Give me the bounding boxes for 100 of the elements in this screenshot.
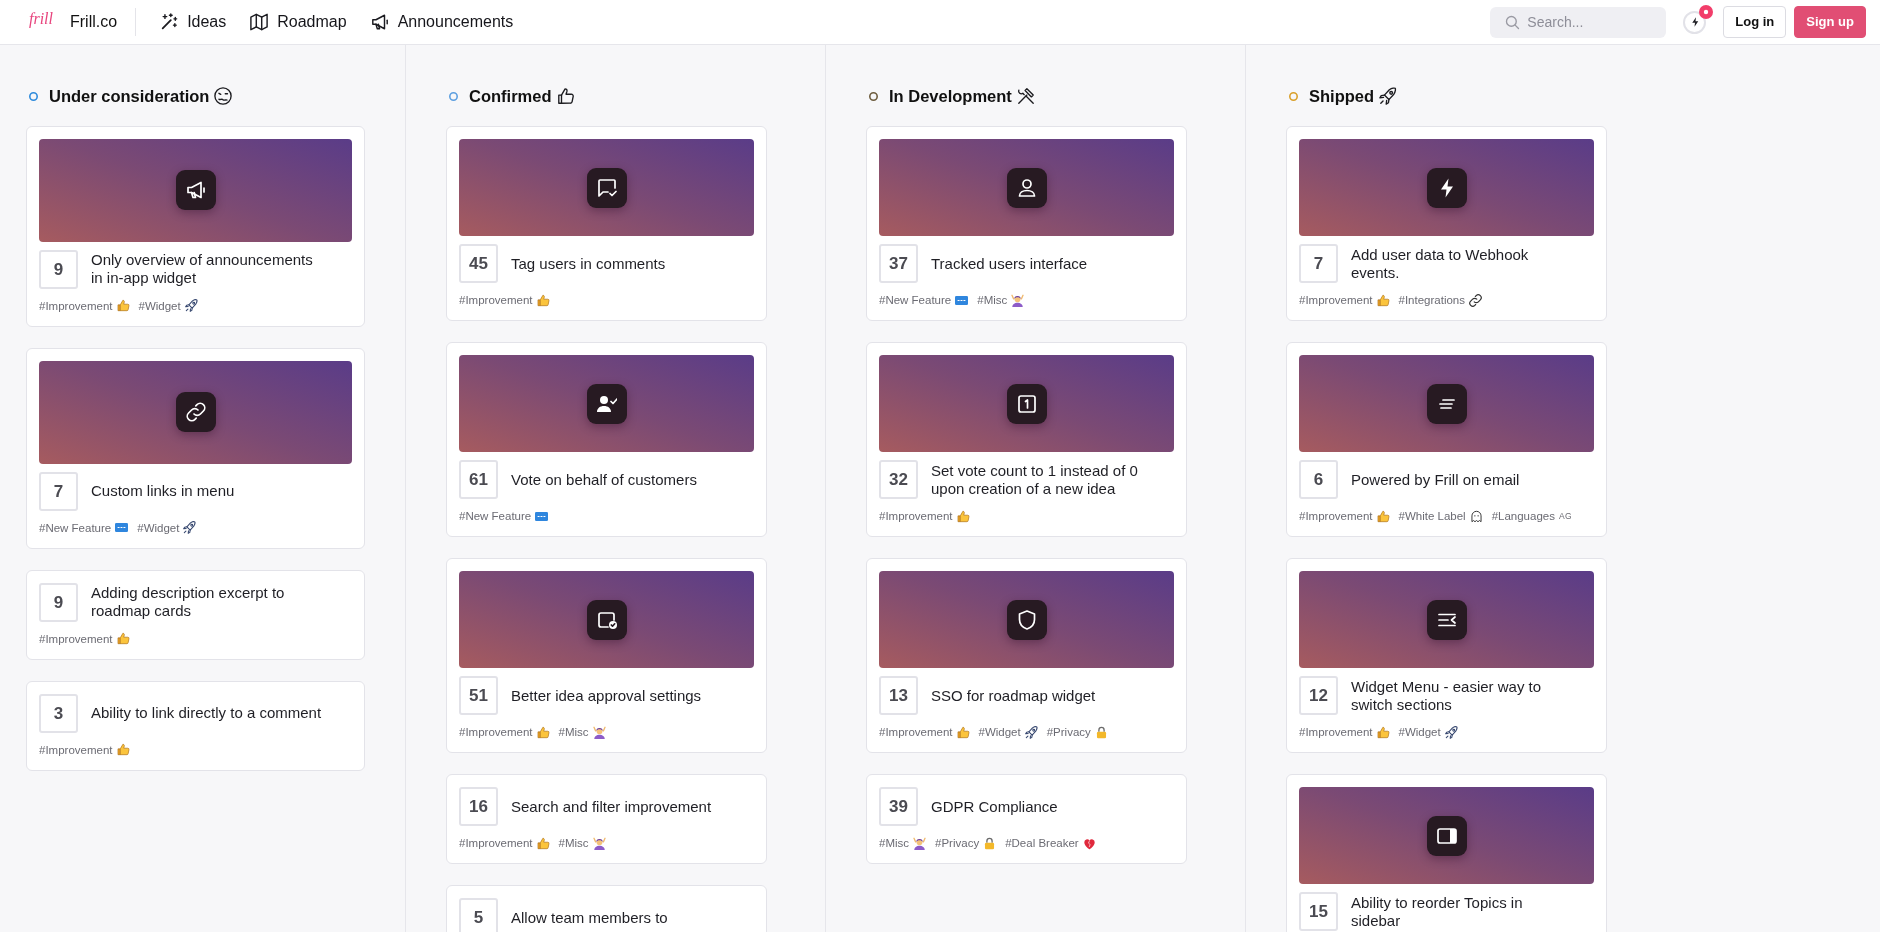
card-title: Adding description excerpt to roadmap cards	[91, 584, 286, 621]
card-title: Search and filter improvement	[511, 797, 713, 816]
tag-label: #New Feature	[879, 293, 952, 309]
logo-text[interactable]: frill	[29, 10, 53, 28]
card-title: Only overview of announcements in in-app widget	[91, 251, 314, 288]
person-icon	[1006, 167, 1047, 208]
tag-label: #Integrations	[1398, 293, 1465, 309]
vote-count-button[interactable]: 5	[459, 898, 498, 932]
roadmap-card[interactable]: 51 Better idea approval settings #Improvement #Misc	[446, 558, 767, 754]
search-field[interactable]: Search...	[1490, 6, 1667, 38]
tag-label: #Widget	[978, 725, 1021, 741]
roadmap-card[interactable]: 6 Powered by Frill on email #Improvement #White Label #Languages AG	[1286, 342, 1607, 538]
broken-heart-icon	[1082, 836, 1096, 850]
sign-up-button[interactable]: Sign up	[1794, 6, 1866, 38]
card-title: Ability to link directly to a comment	[91, 704, 323, 723]
tag-label: #New Feature	[459, 509, 532, 525]
vote-count-button[interactable]: 7	[39, 471, 78, 511]
card-title: Allow team members to	[511, 908, 669, 927]
tag-label: #Languages	[1491, 509, 1555, 525]
tag-label: #Improvement	[39, 742, 113, 758]
vote-count-button[interactable]: 9	[39, 582, 78, 622]
rocket-icon	[1444, 725, 1458, 739]
vote-count-button[interactable]: 32	[879, 460, 918, 500]
nav-link[interactable]: Roadmap	[250, 12, 347, 32]
tag-label: #Improvement	[39, 631, 113, 647]
rocket-icon	[1379, 87, 1398, 105]
card-title: Powered by Frill on email	[1351, 470, 1521, 489]
card-title: Tag users in comments	[511, 254, 667, 273]
nav-link[interactable]: Ideas	[160, 12, 227, 32]
tag-label: #Improvement	[459, 725, 533, 741]
roadmap-card[interactable]: 3 Ability to link directly to a comment #Improvement	[26, 680, 365, 771]
tag-label: #Widget	[138, 298, 181, 314]
roadmap-card[interactable]: 12 Widget Menu - easier way to switch sections #Improvement #Widget	[1286, 558, 1607, 754]
shield-icon	[1006, 599, 1047, 640]
roadmap-card[interactable]: 7 Custom links in menu #New Feature #Widget	[26, 347, 365, 549]
tag-label: #Widget	[1398, 725, 1441, 741]
card-title: Custom links in menu	[91, 482, 236, 501]
vote-count-button[interactable]: 3	[39, 693, 78, 733]
roadmap-card[interactable]: 32 Set vote count to 1 instead of 0 upon creation of a new idea #Improvement	[866, 342, 1187, 538]
vote-count-button[interactable]: 39	[879, 787, 918, 827]
roadmap-card[interactable]: 39 GDPR Compliance #Misc #Privacy #Deal Breaker	[866, 774, 1187, 865]
lightning-icon	[1689, 17, 1700, 27]
map-icon	[250, 13, 269, 31]
tag-label: #Improvement	[879, 725, 953, 741]
log-in-button[interactable]: Log in	[1723, 6, 1787, 38]
person-arms-up-icon	[592, 836, 606, 850]
person-arms-up-icon	[913, 836, 927, 850]
padlock-icon	[1094, 725, 1108, 739]
tag-label: #Improvement	[459, 836, 533, 852]
card-title: Set vote count to 1 instead of 0 upon creation of a new idea	[931, 461, 1139, 498]
megaphone-icon	[370, 13, 389, 31]
megaphone-icon	[175, 170, 216, 211]
roadmap-card[interactable]: 9 Only overview of announcements in in-app widget #Improvement #Widget	[26, 126, 365, 327]
vote-count-button[interactable]: 9	[39, 249, 78, 289]
thumbs-up-icon	[956, 725, 970, 739]
vote-count-button[interactable]: 7	[1299, 244, 1338, 284]
tag-label: #Deal Breaker	[1005, 836, 1079, 852]
card-title: Better idea approval settings	[511, 686, 703, 705]
roadmap-card[interactable]: 16 Search and filter improvement #Improvement #Misc	[446, 774, 767, 865]
roadmap-card[interactable]: 45 Tag users in comments #Improvement	[446, 126, 767, 322]
flag-code: AG	[1558, 510, 1572, 524]
roadmap-card[interactable]: 13 SSO for roadmap widget #Improvement #Widget #Privacy	[866, 558, 1187, 754]
text-lines-icon	[1426, 383, 1467, 424]
vote-count-button[interactable]: 37	[879, 244, 918, 284]
thumbs-up-icon	[536, 836, 550, 850]
rocket-icon	[183, 521, 197, 535]
roadmap-card[interactable]: 37 Tracked users interface #New Feature #Misc	[866, 126, 1187, 322]
thumbs-up-icon	[956, 509, 970, 523]
column-title: Under consideration	[49, 86, 210, 106]
roadmap-card[interactable]: 9 Adding description excerpt to roadmap cards #Improvement	[26, 569, 365, 660]
hammer-wrench-icon	[1016, 87, 1035, 105]
tag-label: #Misc	[977, 293, 1008, 309]
card-title: Vote on behalf of customers	[511, 470, 698, 489]
nav-link[interactable]: Announcements	[370, 12, 514, 32]
roadmap-card[interactable]: 7 Add user data to Webhook events. #Improvement #Integrations	[1286, 126, 1607, 322]
vote-count-button[interactable]: 12	[1299, 676, 1338, 716]
tag-label: #Privacy	[1046, 725, 1091, 741]
square-check-icon	[586, 599, 627, 640]
tag-label: #Misc	[879, 836, 910, 852]
woozy-face-icon	[214, 87, 233, 105]
tag-label: #Improvement	[1299, 509, 1373, 525]
roadmap-card[interactable]: 15 Ability to reorder Topics in sidebar	[1286, 774, 1607, 932]
roadmap-card[interactable]: 5 Allow team members to	[446, 885, 767, 932]
vote-count-button[interactable]: 6	[1299, 460, 1338, 500]
sign-icon	[955, 293, 969, 307]
roadmap-card[interactable]: 61 Vote on behalf of customers #New Feature	[446, 342, 767, 538]
tag-label: #Misc	[558, 836, 589, 852]
person-arms-up-icon	[1011, 293, 1025, 307]
rocket-icon	[184, 299, 198, 313]
chain-link-icon	[1469, 293, 1482, 307]
thumbs-up-icon	[1376, 725, 1390, 739]
vote-count-button[interactable]: 61	[459, 460, 498, 500]
sign-icon	[115, 521, 129, 535]
person-arms-up-icon	[592, 725, 606, 739]
vote-count-button[interactable]: 13	[879, 676, 918, 716]
vote-count-button[interactable]: 45	[459, 244, 498, 284]
vote-count-button[interactable]: 16	[459, 787, 498, 827]
brand-name[interactable]: Frill.co	[70, 12, 118, 32]
vote-count-button[interactable]: 51	[459, 676, 498, 716]
vote-count-button[interactable]: 15	[1299, 892, 1338, 932]
